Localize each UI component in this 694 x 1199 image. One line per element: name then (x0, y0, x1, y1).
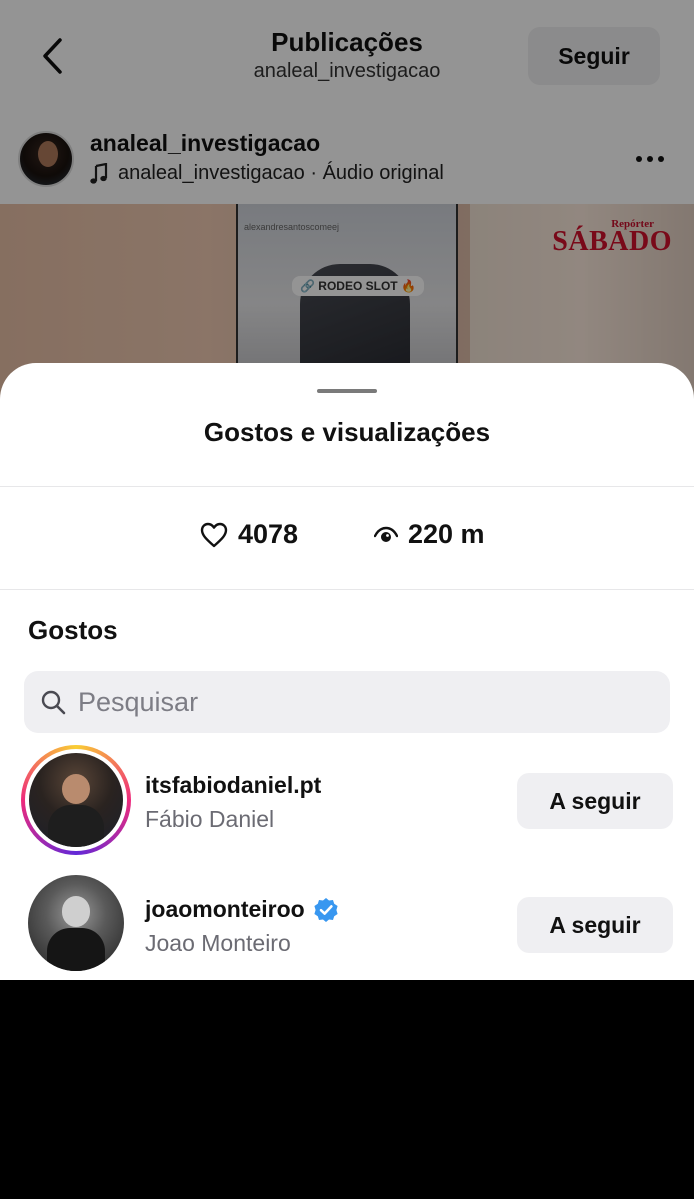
likes-count: 4078 (238, 519, 299, 549)
following-button[interactable]: A seguir (517, 897, 673, 953)
heart-icon (200, 522, 228, 547)
avatar[interactable] (21, 745, 131, 855)
eye-icon (374, 526, 398, 542)
views-stat: 220 m (374, 519, 485, 550)
user-handle[interactable]: joaomonteiroo (145, 896, 339, 923)
sheet-grabber[interactable] (317, 389, 377, 393)
app-background: Publicações analeal_investigacao Seguir … (0, 0, 694, 980)
avatar[interactable] (28, 875, 124, 971)
user-handle[interactable]: itsfabiodaniel.pt (145, 772, 321, 799)
user-handle-text: joaomonteiroo (145, 896, 305, 922)
user-fullname: Joao Monteiro (145, 930, 291, 956)
search-bar[interactable] (24, 671, 670, 733)
likes-views-sheet: Gostos e visualizações 4078 220 m Gostos (0, 363, 694, 980)
search-icon (41, 690, 66, 715)
views-count: 220 m (408, 519, 485, 549)
black-bottom-area (0, 980, 694, 1199)
stats-row: 4078 220 m (0, 487, 694, 589)
user-handle-text: itsfabiodaniel.pt (145, 772, 322, 798)
list-item[interactable]: itsfabiodaniel.pt Fábio Daniel A seguir (0, 735, 694, 855)
section-title: Gostos (28, 615, 118, 645)
following-button[interactable]: A seguir (517, 773, 673, 829)
sheet-title: Gostos e visualizações (203, 417, 491, 447)
divider (0, 589, 694, 590)
user-fullname: Fábio Daniel (145, 806, 275, 832)
likes-stat: 4078 (200, 519, 298, 550)
verified-badge-icon (314, 897, 338, 922)
list-item[interactable]: joaomonteiroo Joao Monteiro A seguir (0, 863, 694, 980)
search-input[interactable] (78, 686, 638, 718)
